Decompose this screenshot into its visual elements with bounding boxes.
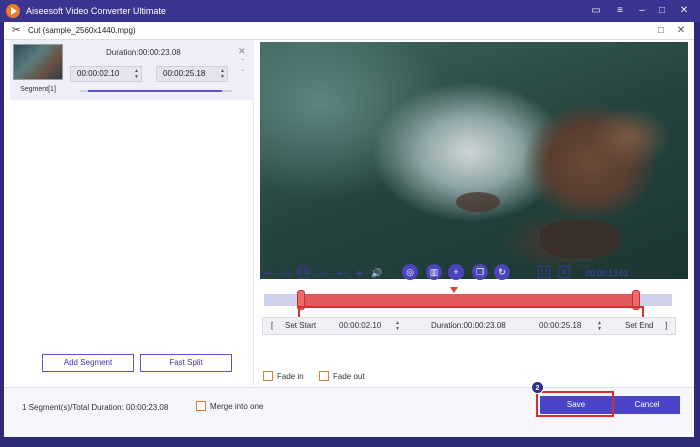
- bracket-left-icon: [: [271, 321, 274, 330]
- set-end-button[interactable]: Set End: [625, 321, 653, 330]
- fade-in-checkbox[interactable]: [263, 371, 273, 381]
- add-icon[interactable]: +: [448, 264, 464, 280]
- segment-thumbnail: [13, 44, 63, 80]
- merge-checkbox[interactable]: [196, 401, 206, 411]
- skip-end-icon[interactable]: ⏭: [334, 266, 348, 280]
- dialog-maximize-icon[interactable]: □: [654, 24, 668, 38]
- fade-out-label: Fade out: [333, 372, 365, 381]
- volume-icon[interactable]: 🔊: [370, 266, 384, 280]
- bracket-right-icon: ]: [665, 321, 668, 330]
- segment-duration: Duration:00:00:23.08: [106, 48, 181, 57]
- scissors-icon: ✂: [12, 25, 21, 36]
- start-time-field[interactable]: 00:00:02.10: [339, 321, 381, 330]
- feedback-icon[interactable]: ▭: [588, 3, 604, 19]
- app-logo-icon: [6, 4, 20, 18]
- copy-icon[interactable]: ❐: [472, 264, 488, 280]
- highlight-save: [536, 391, 614, 417]
- reset-icon[interactable]: ↻: [494, 264, 510, 280]
- dialog-close-icon[interactable]: ✕: [674, 24, 688, 38]
- player-controls: ⏮ ◁◁ ❚❚ ▷▷ ⏭ ■ 🔊 ◎ ▥ + ❐ ↻ ❙❙ ▣ 00:00:13…: [256, 262, 686, 284]
- add-segment-button[interactable]: Add Segment: [42, 354, 134, 372]
- total-time: /00:00:28.05: [628, 269, 673, 278]
- segment-start-field[interactable]: 00:00:02.10 ▲ ▼: [70, 66, 142, 82]
- dialog-title: Cut (sample_2560x1440.mpg): [28, 26, 136, 35]
- timeline-selection: [300, 294, 636, 306]
- playhead-marker[interactable]: [450, 287, 458, 293]
- segment-end-value: 00:00:25.18: [163, 69, 206, 78]
- fade-out-checkbox[interactable]: [319, 371, 329, 381]
- spinner-icon[interactable]: ▲ ▼: [220, 68, 225, 80]
- duration-text: Duration:00:00:23.08: [431, 321, 506, 330]
- segment-end-field[interactable]: 00:00:25.18 ▲ ▼: [156, 66, 228, 82]
- fast-split-button[interactable]: Fast Split: [140, 354, 232, 372]
- dialog-header: ✂ Cut (sample_2560x1440.mpg) □ ✕: [4, 22, 694, 40]
- preview-rock: [540, 220, 620, 258]
- annotation-badge-2: 2: [531, 381, 544, 394]
- app-title: Aiseesoft Video Converter Ultimate: [26, 6, 166, 16]
- segment-progress-bar: [88, 90, 222, 92]
- fit-icon[interactable]: ▣: [558, 266, 570, 278]
- segment-row[interactable]: Segment[1] Duration:00:00:23.08 00:00:02…: [10, 40, 254, 100]
- menu-icon[interactable]: ≡: [612, 3, 628, 19]
- segment-delete-icon[interactable]: ✕: [238, 46, 246, 57]
- set-start-button[interactable]: Set Start: [285, 321, 316, 330]
- preview-rock: [456, 192, 500, 212]
- prev-frame-icon[interactable]: ◁◁: [276, 266, 290, 280]
- time-readout: 00:00:13.01/00:00:28.05: [586, 269, 673, 278]
- cancel-button[interactable]: Cancel: [614, 396, 680, 414]
- fade-in-label: Fade in: [277, 372, 304, 381]
- current-time: 00:00:13.01: [586, 269, 629, 278]
- merge-label: Merge into one: [210, 402, 264, 411]
- close-icon[interactable]: ✕: [676, 3, 692, 19]
- end-spinner-icon[interactable]: ▲ ▼: [597, 320, 602, 332]
- end-time-field[interactable]: 00:00:25.18: [539, 321, 581, 330]
- segment-reorder-icon[interactable]: ⌃ ⌄: [240, 58, 245, 74]
- time-edit-row: [ Set Start 00:00:02.10 ▲ ▼ Duration:00:0…: [262, 317, 676, 335]
- pause-icon[interactable]: ❚❚: [296, 265, 310, 279]
- split-icon[interactable]: ❙❙: [538, 266, 550, 278]
- app-titlebar: Aiseesoft Video Converter Ultimate ▭ ≡ –…: [0, 0, 700, 22]
- start-spinner-icon[interactable]: ▲ ▼: [395, 320, 400, 332]
- skip-start-icon[interactable]: ⏮: [260, 266, 274, 280]
- minimize-icon[interactable]: –: [634, 3, 650, 19]
- summary-text: 1 Segment(s)/Total Duration: 00:00:23.08: [22, 403, 169, 412]
- segment-label: Segment[1]: [20, 86, 56, 93]
- loop-icon[interactable]: ◎: [402, 264, 418, 280]
- video-preview: [260, 42, 688, 279]
- cut-timeline[interactable]: [264, 287, 672, 310]
- stop-icon[interactable]: ■: [352, 266, 366, 280]
- spinner-icon[interactable]: ▲ ▼: [134, 68, 139, 80]
- delete-icon[interactable]: ▥: [426, 264, 442, 280]
- maximize-icon[interactable]: □: [654, 3, 670, 19]
- segment-start-value: 00:00:02.10: [77, 69, 120, 78]
- segment-panel: Segment[1] Duration:00:00:23.08 00:00:02…: [10, 40, 254, 385]
- next-frame-icon[interactable]: ▷▷: [316, 266, 330, 280]
